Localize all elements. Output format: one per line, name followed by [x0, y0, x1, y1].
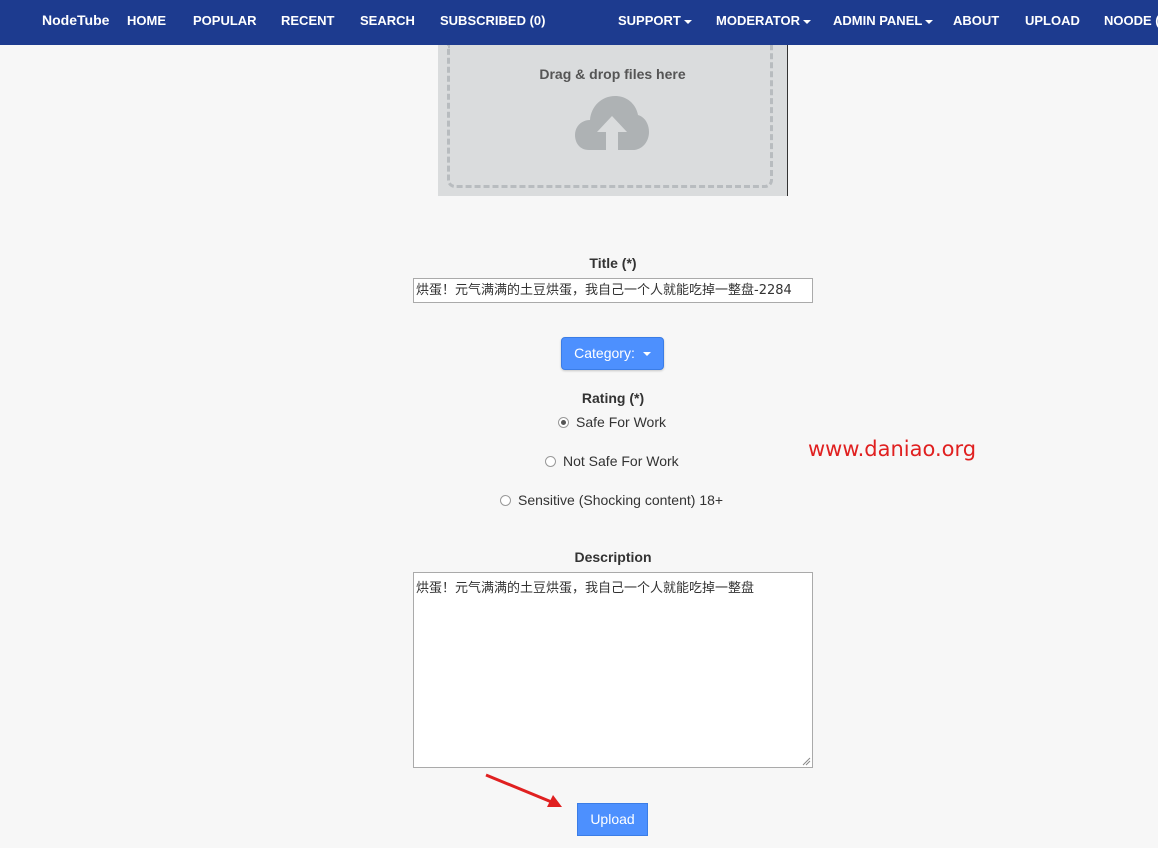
category-dropdown-button[interactable]: Category: — [561, 337, 664, 370]
nav-home-label: HOME — [127, 13, 166, 28]
nav-recent[interactable]: RECENT — [281, 13, 334, 28]
rating-option-label: Sensitive (Shocking content) 18+ — [518, 492, 724, 508]
nav-support-label: SUPPORT — [618, 13, 681, 28]
title-label: Title (*) — [589, 255, 637, 271]
cloud-upload-icon — [575, 96, 649, 150]
nav-admin-panel-label: ADMIN PANEL — [833, 13, 923, 28]
nav-moderator-label: MODERATOR — [716, 13, 801, 28]
top-navbar: NodeTube HOME POPULAR RECENT SEARCH SUBS… — [0, 0, 1158, 45]
watermark-text: www.daniao.org — [808, 437, 977, 461]
title-input[interactable]: 烘蛋！元气满满的土豆烘蛋，我自己一个人就能吃掉一整盘-2284 — [413, 278, 813, 303]
rating-option-label: Safe For Work — [576, 414, 666, 430]
red-arrow-icon — [485, 773, 562, 807]
nav-home[interactable]: HOME — [127, 13, 166, 28]
description-text: 烘蛋！元气满满的土豆烘蛋，我自己一个人就能吃掉一整盘 — [416, 581, 755, 596]
description-textarea[interactable]: 烘蛋！元气满满的土豆烘蛋，我自己一个人就能吃掉一整盘 — [413, 572, 813, 768]
nav-about[interactable]: ABOUT — [953, 13, 999, 28]
description-label: Description — [574, 549, 652, 565]
rating-option-label: Not Safe For Work — [563, 453, 679, 469]
caret-down-icon — [642, 352, 651, 357]
caret-down-icon — [683, 19, 692, 24]
nav-support[interactable]: SUPPORT — [618, 13, 692, 28]
dropzone-text: Drag & drop files here — [539, 66, 686, 82]
nav-user-menu[interactable]: NOODE ( — [1104, 13, 1158, 28]
rating-option-safe[interactable]: Safe For Work — [558, 414, 666, 430]
rating-label: Rating (*) — [581, 390, 645, 406]
caret-down-icon — [925, 19, 934, 24]
radio-button[interactable] — [558, 416, 569, 428]
nav-upload[interactable]: UPLOAD — [1025, 13, 1080, 28]
radio-button[interactable] — [500, 494, 511, 506]
nav-subscribed[interactable]: SUBSCRIBED (0) — [440, 13, 545, 28]
upload-button[interactable]: Upload — [577, 803, 648, 836]
nav-search-label: SEARCH — [360, 13, 415, 28]
nav-subscribed-label: SUBSCRIBED (0) — [440, 13, 546, 28]
radio-button[interactable] — [545, 455, 556, 467]
rating-option-nsfw[interactable]: Not Safe For Work — [545, 453, 679, 469]
rating-option-sensitive[interactable]: Sensitive (Shocking content) 18+ — [500, 492, 723, 508]
caret-down-icon — [803, 19, 812, 24]
nav-recent-label: RECENT — [281, 13, 335, 28]
nav-about-label: ABOUT — [953, 13, 1000, 28]
nav-popular[interactable]: POPULAR — [193, 13, 257, 28]
nav-user-menu-label: NOODE ( — [1104, 13, 1158, 28]
nav-moderator[interactable]: MODERATOR — [716, 13, 812, 28]
nav-search[interactable]: SEARCH — [360, 13, 415, 28]
category-button-label: Category: — [574, 345, 635, 361]
nav-admin-panel[interactable]: ADMIN PANEL — [833, 13, 934, 28]
nav-upload-label: UPLOAD — [1025, 13, 1080, 28]
nav-popular-label: POPULAR — [193, 13, 257, 28]
brand-logo[interactable]: NodeTube — [42, 12, 109, 28]
resize-grip-icon[interactable] — [801, 756, 811, 766]
